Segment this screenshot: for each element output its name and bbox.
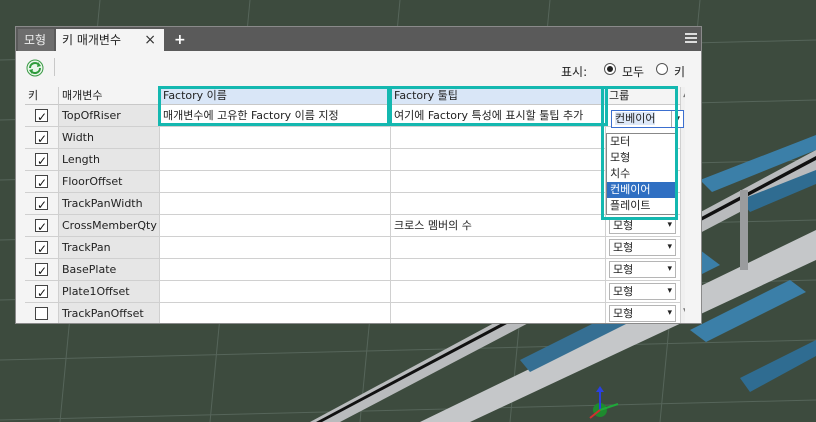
group-select-value: 모형 [613, 219, 634, 232]
highlight-factory-tooltip [389, 86, 608, 126]
tab-model-label: 모형 [24, 33, 47, 47]
key-checkbox[interactable] [35, 195, 48, 214]
parameter-name-cell: Plate1Offset [59, 281, 160, 303]
parameter-name-cell: TrackPanOffset [59, 303, 160, 323]
key-checkbox[interactable] [35, 151, 48, 170]
group-cell[interactable]: 모형 ▾ [606, 281, 681, 303]
key-cell [25, 259, 59, 281]
key-cell [25, 171, 59, 193]
parameter-name-cell: Width [59, 127, 160, 149]
factory-name-cell[interactable] [160, 303, 391, 323]
key-cell [25, 193, 59, 215]
key-cell [25, 149, 59, 171]
factory-name-cell[interactable] [160, 193, 391, 215]
chevron-down-icon[interactable]: ▾ [667, 262, 672, 277]
refresh-icon[interactable] [26, 59, 44, 77]
toolbar-divider [54, 58, 55, 76]
chevron-down-icon[interactable]: ▾ [667, 306, 672, 321]
group-select-value: 모형 [613, 263, 634, 276]
factory-name-cell[interactable] [160, 215, 391, 237]
add-tab-icon[interactable]: + [168, 29, 188, 51]
scroll-down-icon[interactable]: ▼ [683, 307, 685, 317]
factory-name-cell[interactable] [160, 149, 391, 171]
parameters-panel: 모형 키 매개변수 × + 표시: 모두 키 키 매개변수 Factory 이름… [15, 26, 702, 324]
show-key-label: 키 [674, 65, 686, 79]
key-checkbox[interactable] [35, 173, 48, 192]
tab-key-parameters[interactable]: 키 매개변수 × [56, 29, 164, 51]
factory-name-cell[interactable] [160, 259, 391, 281]
group-select-value: 모형 [613, 307, 634, 320]
key-checkbox[interactable] [35, 217, 48, 236]
factory-tooltip-cell[interactable] [391, 237, 606, 259]
tab-model[interactable]: 모형 [18, 29, 54, 51]
group-cell[interactable]: 모형 ▾ [606, 259, 681, 281]
key-checkbox[interactable] [35, 261, 48, 280]
factory-name-cell[interactable] [160, 171, 391, 193]
factory-name-cell[interactable] [160, 237, 391, 259]
factory-name-cell[interactable] [160, 127, 391, 149]
table-row: TrackPanOffset 모형 ▾ [25, 303, 685, 323]
table-row: FloorOffset [25, 171, 685, 193]
table-row: BasePlate 모형 ▾ [25, 259, 685, 281]
factory-tooltip-cell[interactable] [391, 193, 606, 215]
highlight-factory-name [158, 86, 390, 126]
group-select[interactable]: 모형 ▾ [609, 305, 676, 322]
table-row: Width [25, 127, 685, 149]
table-row: TrackPan 모형 ▾ [25, 237, 685, 259]
table-row: CrossMemberQty 크로스 멤버의 수 모형 ▾ [25, 215, 685, 237]
key-cell [25, 105, 59, 127]
factory-tooltip-cell[interactable] [391, 259, 606, 281]
toolbar: 표시: 모두 키 [16, 51, 701, 87]
group-select[interactable]: 모형 ▾ [609, 239, 676, 256]
tab-bar: 모형 키 매개변수 × + [16, 27, 701, 51]
parameter-name-cell: FloorOffset [59, 171, 160, 193]
factory-tooltip-cell[interactable] [391, 127, 606, 149]
parameter-name-cell: TrackPanWidth [59, 193, 160, 215]
group-select[interactable]: 모형 ▾ [609, 283, 676, 300]
display-label: 표시: [561, 65, 588, 79]
column-header-key[interactable]: 키 [25, 87, 59, 105]
factory-tooltip-cell[interactable] [391, 171, 606, 193]
parameter-name-cell: Length [59, 149, 160, 171]
show-key-radio[interactable] [656, 63, 668, 75]
table-row: TrackPanWidth [25, 193, 685, 215]
key-checkbox[interactable] [35, 107, 48, 126]
key-cell [25, 281, 59, 303]
scroll-up-icon[interactable]: ▲ [683, 89, 685, 99]
key-cell [25, 215, 59, 237]
factory-name-cell[interactable] [160, 281, 391, 303]
group-select-value: 모형 [613, 241, 634, 254]
table-row: Length [25, 149, 685, 171]
group-select-value: 모형 [613, 285, 634, 298]
chevron-down-icon[interactable]: ▾ [667, 240, 672, 255]
key-cell [25, 127, 59, 149]
key-checkbox[interactable] [35, 307, 48, 320]
group-cell[interactable]: 모형 ▾ [606, 237, 681, 259]
factory-tooltip-cell[interactable]: 크로스 멤버의 수 [391, 215, 606, 237]
parameter-name-cell: CrossMemberQty [59, 215, 160, 237]
key-checkbox[interactable] [35, 239, 48, 258]
parameter-name-cell: TrackPan [59, 237, 160, 259]
group-select[interactable]: 모형 ▾ [609, 261, 676, 278]
column-header-parameter[interactable]: 매개변수 [59, 87, 160, 105]
menu-icon[interactable] [685, 33, 697, 43]
close-icon[interactable]: × [144, 29, 156, 51]
highlight-group [601, 86, 678, 220]
key-cell [25, 237, 59, 259]
table-row: Plate1Offset 모형 ▾ [25, 281, 685, 303]
tab-key-parameters-label: 키 매개변수 [62, 33, 122, 47]
chevron-down-icon[interactable]: ▾ [667, 218, 672, 233]
parameter-name-cell: TopOfRiser [59, 105, 160, 127]
parameter-name-cell: BasePlate [59, 259, 160, 281]
factory-tooltip-cell[interactable] [391, 149, 606, 171]
factory-tooltip-cell[interactable] [391, 303, 606, 323]
group-cell[interactable]: 모형 ▾ [606, 303, 681, 323]
factory-tooltip-cell[interactable] [391, 281, 606, 303]
show-all-radio[interactable] [604, 63, 616, 75]
chevron-down-icon[interactable]: ▾ [667, 284, 672, 299]
show-all-label: 모두 [622, 65, 645, 79]
key-checkbox[interactable] [35, 283, 48, 302]
key-checkbox[interactable] [35, 129, 48, 148]
key-cell [25, 303, 59, 323]
